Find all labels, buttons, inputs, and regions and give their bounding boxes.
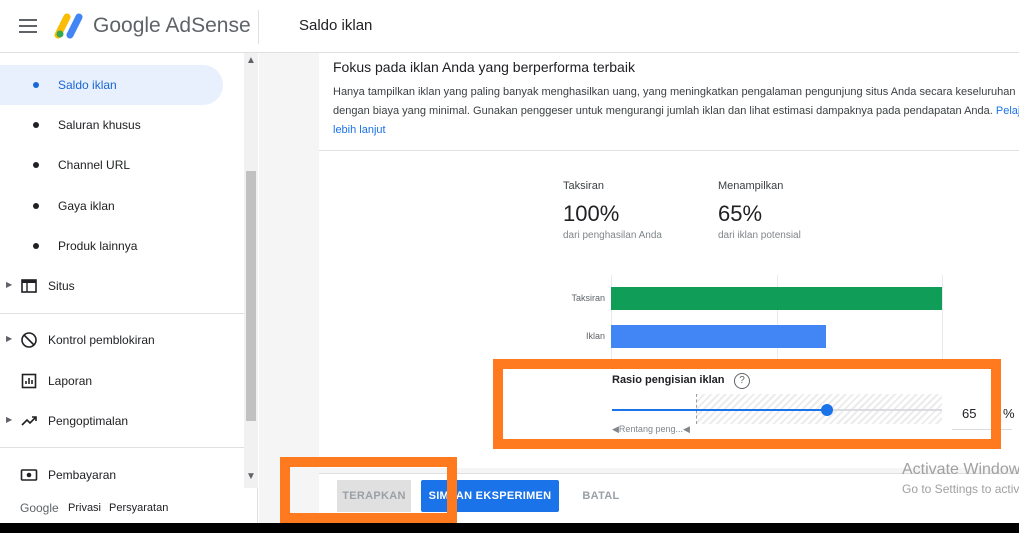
chart-category-label: Iklan [585,331,605,341]
scroll-thumb[interactable] [246,171,256,421]
showing-subtext: dari iklan potensial [718,230,801,241]
sidebar-item-kontrol-pemblokiran[interactable]: ▶ Kontrol pemblokiran [0,320,244,360]
report-icon [21,373,37,389]
estimate-caption: Taksiran [563,180,604,192]
scroll-up-icon[interactable]: ▲ [244,55,258,66]
bullet-icon [33,162,39,168]
highlight-apply [280,457,457,523]
sidebar-item-pengoptimalan[interactable]: ▶ Pengoptimalan [0,401,244,441]
highlight-slider [493,359,1001,449]
activate-title: Activate Windows [902,461,1019,478]
trending-up-icon [21,416,37,426]
nav-list: Saldo iklan Saluran khusus Channel URL G… [0,53,258,488]
page-title: Saldo iklan [299,17,373,34]
sidebar-item-laporan[interactable]: Laporan [0,361,244,401]
expand-arrow-icon[interactable]: ▶ [6,415,12,424]
sidebar-item-pembayaran[interactable]: Pembayaran [0,455,244,488]
web-icon [21,279,37,293]
sidebar-scrollbar[interactable]: ▲ ▼ [244,53,258,488]
expand-arrow-icon[interactable]: ▶ [6,334,12,343]
topbar-divider [258,10,259,44]
sidebar-item-saldo-iklan[interactable]: Saldo iklan [0,65,223,105]
chart-gridline [942,275,943,360]
sidebar-item-gaya-iklan[interactable]: Gaya iklan [0,186,244,226]
sidebar-item-situs[interactable]: ▶ Situs [0,266,244,306]
card-title: Fokus pada iklan Anda yang berperforma t… [333,59,635,75]
bullet-icon [33,122,39,128]
sidebar: Saldo iklan Saluran khusus Channel URL G… [0,53,258,523]
sidebar-item-label: Produk lainnya [58,239,138,253]
sidebar-item-label: Laporan [48,374,93,388]
nav-divider [0,447,244,448]
sidebar-item-label: Kontrol pemblokiran [48,333,155,347]
scroll-down-icon[interactable]: ▼ [244,471,258,482]
block-icon [21,332,37,348]
chart-bar [611,287,942,310]
bullet-icon [33,82,39,88]
menu-icon[interactable] [19,19,37,33]
sidebar-item-channel-url[interactable]: Channel URL [0,145,244,185]
card-description: Hanya tampilkan iklan yang paling banyak… [333,83,1019,140]
sidebar-footer: Google Privasi Persyaratan [0,493,244,523]
expand-arrow-icon[interactable]: ▶ [6,280,12,289]
sidebar-item-produk-lainnya[interactable]: Produk lainnya [0,226,244,266]
sidebar-item-label: Saldo iklan [58,78,117,92]
nav-divider [0,313,244,314]
sidebar-item-label: Channel URL [58,158,131,172]
percent-unit: % [1003,406,1015,421]
google-footer-logo: Google [20,501,59,515]
estimate-value: 100% [563,201,620,226]
chart-category-label: Taksiran [571,293,605,303]
sidebar-item-label: Gaya iklan [58,199,115,213]
payment-icon [20,469,38,481]
main-content: Fokus pada iklan Anda yang berperforma t… [259,53,1019,523]
estimate-subtext: dari penghasilan Anda [563,230,662,241]
estimate-stat: Taksiran 100% dari penghasilan Anda [563,180,662,241]
card-divider [319,150,1019,151]
bullet-icon [33,203,39,209]
showing-value: 65% [718,201,763,226]
adsense-logo-icon [54,13,83,39]
showing-stat: Menampilkan 65% dari iklan potensial [718,180,801,241]
app-window: Google AdSense Saldo iklan Saldo iklan S… [0,0,1019,523]
top-bar: Google AdSense Saldo iklan [0,0,1019,53]
chart-bar [611,325,827,348]
description-text: Hanya tampilkan iklan yang paling banyak… [333,86,1016,117]
logo-text: Google AdSense [93,14,251,37]
activate-windows-watermark: Activate Windows Go to Settings to activ… [902,461,1019,496]
activate-subtitle: Go to Settings to activate Windows. [902,482,1019,496]
sidebar-item-label: Situs [48,279,75,293]
sidebar-item-label: Pengoptimalan [48,414,129,428]
terms-link[interactable]: Persyaratan [109,502,168,514]
privacy-link[interactable]: Privasi [68,502,101,514]
sidebar-item-label: Saluran khusus [58,118,141,132]
sidebar-item-label: Pembayaran [48,468,117,482]
cancel-button[interactable]: BATAL [571,480,631,512]
bullet-icon [33,243,39,249]
showing-caption: Menampilkan [718,180,784,192]
sidebar-item-saluran-khusus[interactable]: Saluran khusus [0,105,244,145]
